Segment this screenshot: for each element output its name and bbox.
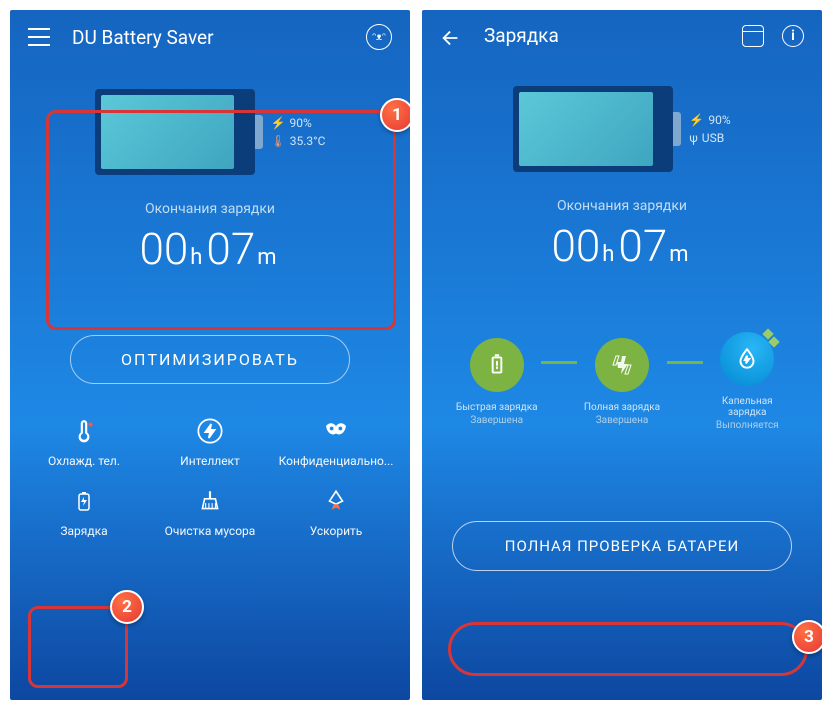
highlight-3 [448, 622, 808, 676]
step-full: Полная зарядка Завершена [577, 338, 666, 426]
step-connector [541, 361, 577, 364]
bolt-icon: ⚡ [271, 116, 286, 130]
bolt-circle-icon [195, 416, 225, 446]
screen-home: DU Battery Saver ᵔᴥᵔ ⚡90% 🌡35.3°C Оконча… [10, 10, 410, 700]
time-remaining: 00h07m [10, 223, 410, 275]
full-charge-icon [595, 338, 649, 392]
fast-charge-icon [470, 338, 524, 392]
grid-cooling[interactable]: Охлажд. тел. [24, 410, 144, 474]
step-fast: Быстрая зарядка Завершена [452, 338, 541, 426]
rocket-icon [321, 486, 351, 516]
battery-icon [95, 89, 255, 175]
mask-icon [321, 416, 351, 446]
grid-boost[interactable]: Ускорить [276, 480, 396, 544]
usb-icon: ψ [689, 131, 697, 145]
charging-icon [69, 486, 99, 516]
time-remaining-2: 00h07m [422, 220, 822, 272]
menu-icon[interactable] [28, 28, 50, 46]
battery-stats: ⚡90% 🌡35.3°C [271, 112, 326, 152]
charge-end-label: Окончания зарядки [10, 201, 410, 217]
grid-cleanup[interactable]: Очистка мусора [150, 480, 270, 544]
thermo-icon: 🌡 [271, 134, 286, 148]
step-connector [667, 361, 703, 364]
battery-summary-2: ⚡90% ψ USB Окончания зарядки 00h07m [422, 86, 822, 272]
topbar-charging: Зарядка i [422, 10, 822, 61]
back-icon[interactable] [440, 27, 462, 45]
badge-2: 2 [110, 590, 144, 624]
grid-privacy[interactable]: Конфиденциально... [276, 410, 396, 474]
thermometer-icon [69, 416, 99, 446]
screen-title: Зарядка [484, 24, 742, 47]
topbar-home: DU Battery Saver ᵔᴥᵔ [10, 10, 410, 64]
charge-end-label-2: Окончания зарядки [422, 198, 822, 214]
full-check-button[interactable]: ПОЛНАЯ ПРОВЕРКА БАТАРЕИ [452, 521, 792, 571]
step-trickle: Капельная зарядка Выполняется [703, 332, 792, 431]
calendar-icon[interactable] [742, 25, 764, 47]
battery-icon-2 [513, 86, 673, 172]
battery-stats-2: ⚡90% ψ USB [689, 109, 730, 149]
highlight-2 [28, 606, 128, 688]
trickle-charge-icon [720, 332, 774, 386]
app-title: DU Battery Saver [72, 26, 366, 49]
optimize-button[interactable]: ОПТИМИЗИРОВАТЬ [70, 335, 350, 384]
bear-icon[interactable]: ᵔᴥᵔ [366, 24, 392, 50]
charge-steps: Быстрая зарядка Завершена Полная зарядка… [422, 332, 822, 431]
info-icon[interactable]: i [782, 25, 804, 47]
feature-grid: Охлажд. тел. Интеллект Конфиденциально..… [10, 384, 410, 544]
grid-charging[interactable]: Зарядка [24, 480, 144, 544]
grid-intellect[interactable]: Интеллект [150, 410, 270, 474]
battery-summary[interactable]: ⚡90% 🌡35.3°C Окончания зарядки 00h07m [10, 89, 410, 275]
screen-charging: Зарядка i ⚡90% ψ USB Окончания зарядки 0… [422, 10, 822, 700]
badge-3: 3 [792, 620, 822, 654]
bolt-icon: ⚡ [689, 113, 704, 127]
broom-icon [195, 486, 225, 516]
